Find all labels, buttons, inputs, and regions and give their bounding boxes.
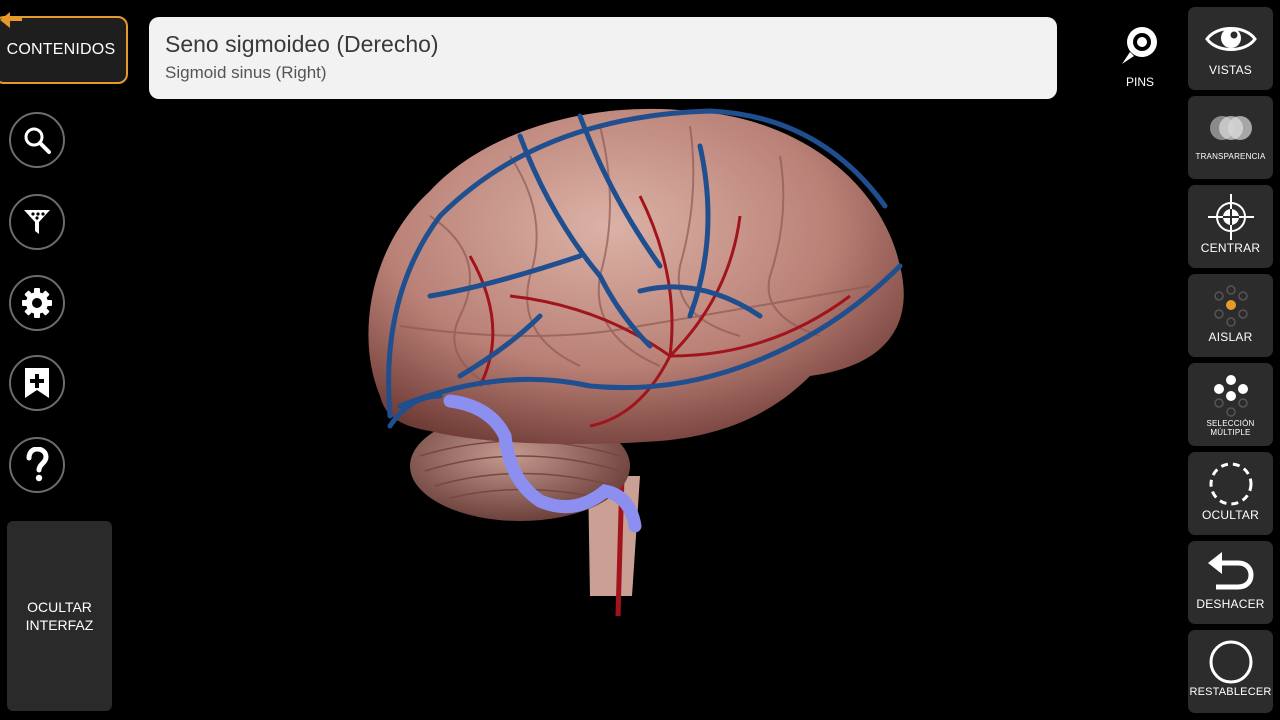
undo-label: DESHACER (1196, 597, 1265, 611)
views-button[interactable]: VISTAS (1188, 7, 1273, 90)
bookmark-button[interactable] (9, 355, 65, 411)
isolate-icon (1213, 285, 1248, 327)
undo-button[interactable]: DESHACER (1188, 541, 1273, 624)
contents-button[interactable]: CONTENIDOS (0, 12, 128, 84)
brain-3d-viewport[interactable] (340, 96, 920, 626)
pin-icon (1122, 27, 1157, 64)
undo-icon (1207, 552, 1254, 590)
isolate-button[interactable]: AISLAR (1188, 274, 1273, 357)
hide-button[interactable]: OCULTAR (1188, 452, 1273, 535)
pins-label: PINS (1125, 75, 1154, 89)
crosshair-icon (1207, 194, 1254, 240)
hide-interface-label-1: OCULTAR (27, 599, 92, 615)
question-icon (26, 447, 49, 482)
hide-interface-button[interactable]: OCULTAR INTERFAZ (7, 521, 112, 711)
search-icon (24, 127, 51, 154)
structure-title-bar: Seno sigmoideo (Derecho) Sigmoid sinus (… (149, 17, 1057, 99)
gear-icon (22, 288, 52, 318)
transparency-button[interactable]: TRANSPARENCIA (1188, 96, 1273, 179)
pins-button[interactable]: PINS (1112, 24, 1168, 94)
back-arrow-line (8, 18, 22, 21)
transparency-icon (1209, 116, 1252, 140)
settings-button[interactable] (9, 275, 65, 331)
multi-select-label: SELECCIÓN MÚLTIPLE (1206, 419, 1255, 437)
dashed-circle-icon (1209, 462, 1252, 506)
isolate-label: AISLAR (1208, 330, 1253, 344)
contents-label: CONTENIDOS (6, 41, 116, 58)
filter-button[interactable] (9, 194, 65, 250)
search-button[interactable] (9, 112, 65, 168)
hide-label: OCULTAR (1202, 508, 1259, 522)
center-button[interactable]: CENTRAR (1188, 185, 1273, 268)
multi-select-button[interactable]: SELECCIÓN MÚLTIPLE (1188, 363, 1273, 446)
structure-subtitle: Sigmoid sinus (Right) (165, 63, 327, 82)
transparency-label: TRANSPARENCIA (1195, 152, 1266, 161)
center-label: CENTRAR (1200, 241, 1261, 255)
multi-select-icon (1213, 375, 1248, 417)
eye-icon (1204, 27, 1257, 51)
views-label: VISTAS (1209, 63, 1252, 77)
reset-button[interactable]: RESTABLECER (1188, 630, 1273, 713)
structure-title: Seno sigmoideo (Derecho) (165, 31, 439, 57)
brain-model-icon (368, 108, 904, 617)
bookmark-add-icon (25, 368, 49, 398)
filter-icon (24, 210, 50, 234)
reset-label: RESTABLECER (1189, 686, 1272, 698)
reset-circle-icon (1209, 640, 1252, 684)
help-button[interactable] (9, 437, 65, 493)
hide-interface-label-2: INTERFAZ (25, 617, 94, 633)
